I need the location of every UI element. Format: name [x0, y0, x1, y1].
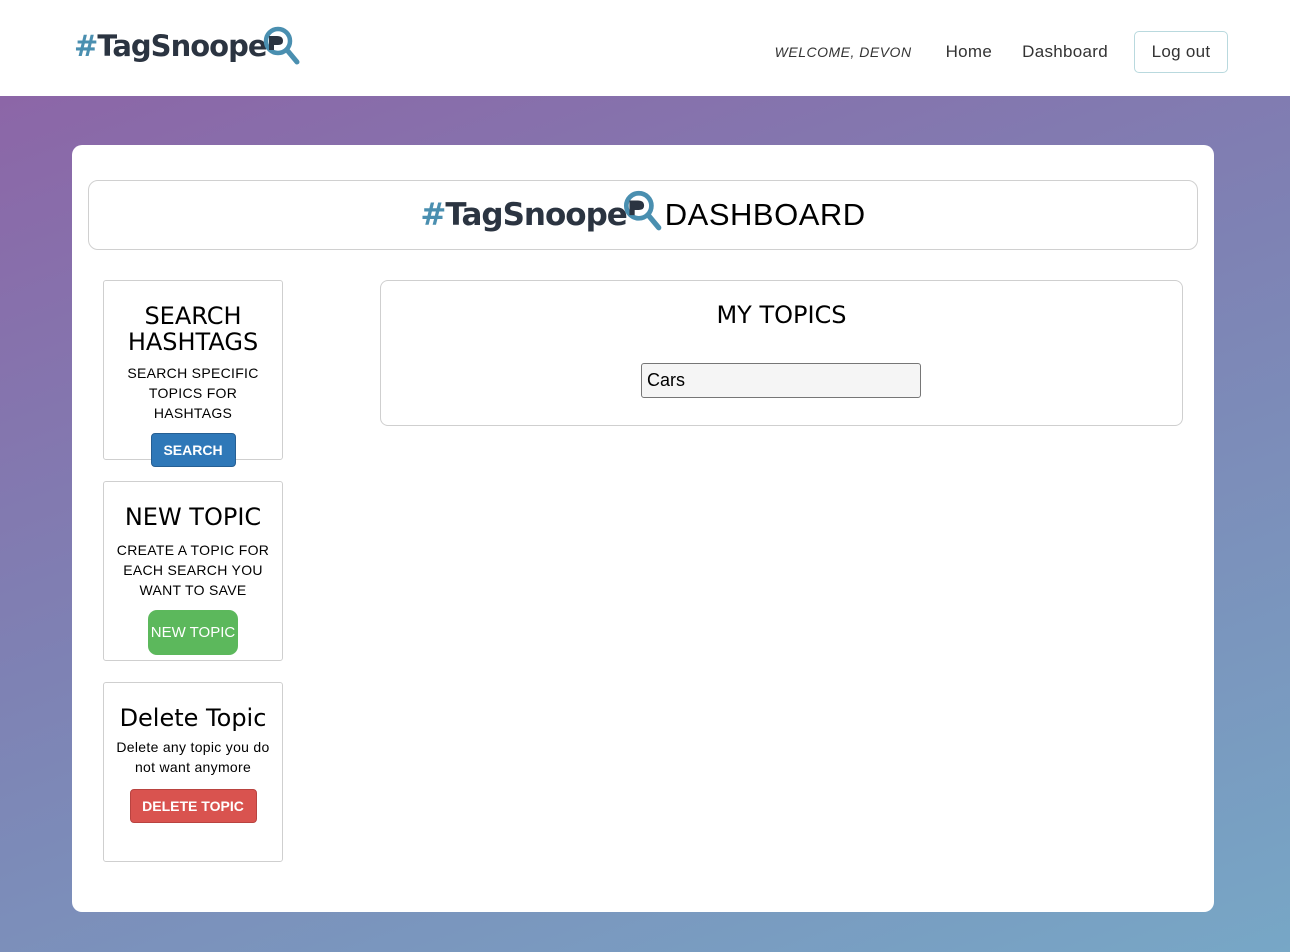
- navbar: #TagSnoope WELCOME, DEVON Home Dashboard…: [0, 0, 1290, 96]
- nav-menu: WELCOME, DEVON Home Dashboard Log out: [775, 31, 1228, 73]
- my-topics-panel: MY TOPICS Cars: [380, 280, 1183, 426]
- new-topic-button[interactable]: NEW TOPIC: [148, 610, 238, 655]
- search-button[interactable]: SEARCH: [150, 433, 236, 467]
- nav-link-home[interactable]: Home: [946, 42, 993, 62]
- magnifier-icon: [263, 26, 299, 65]
- brand-wordmark: #TagSnoope: [74, 29, 268, 63]
- magnifier-icon: [623, 190, 662, 231]
- brand-logo[interactable]: #TagSnoope: [74, 22, 301, 70]
- delete-topic-button[interactable]: DELETE TOPIC: [129, 789, 257, 823]
- delete-topic-card-description: Delete any topic you do not want anymore: [116, 739, 270, 775]
- delete-topic-card: Delete Topic Delete any topic you do not…: [103, 682, 283, 862]
- page-title: DASHBOARD: [664, 197, 866, 232]
- search-card-title: SEARCH HASHTAGS: [127, 302, 259, 356]
- my-topics-title: MY TOPICS: [716, 301, 847, 329]
- nav-link-dashboard[interactable]: Dashboard: [1022, 42, 1108, 62]
- dashboard-logo-wordmark: #TagSnoope: [420, 197, 627, 233]
- new-topic-card: NEW TOPIC CREATE A TOPIC FOR EACH SEARCH…: [103, 481, 283, 661]
- delete-topic-card-title: Delete Topic: [119, 704, 267, 732]
- topic-item[interactable]: Cars: [641, 363, 921, 398]
- new-topic-card-description: CREATE A TOPIC FOR EACH SEARCH YOU WANT …: [116, 542, 270, 598]
- new-topic-card-title: NEW TOPIC: [124, 503, 262, 531]
- dashboard-header: #TagSnoope DASHBOARD: [88, 180, 1198, 250]
- welcome-text: WELCOME, DEVON: [774, 44, 912, 60]
- search-hashtags-card: SEARCH HASHTAGS SEARCH SPECIFIC TOPICS F…: [103, 280, 283, 467]
- search-card-description: SEARCH SPECIFIC TOPICS FOR HASHTAGS: [127, 365, 259, 421]
- dashboard-container: #TagSnoope DASHBOARD SEARCH HASHTAGS SEA…: [72, 145, 1214, 912]
- logout-button[interactable]: Log out: [1134, 31, 1228, 73]
